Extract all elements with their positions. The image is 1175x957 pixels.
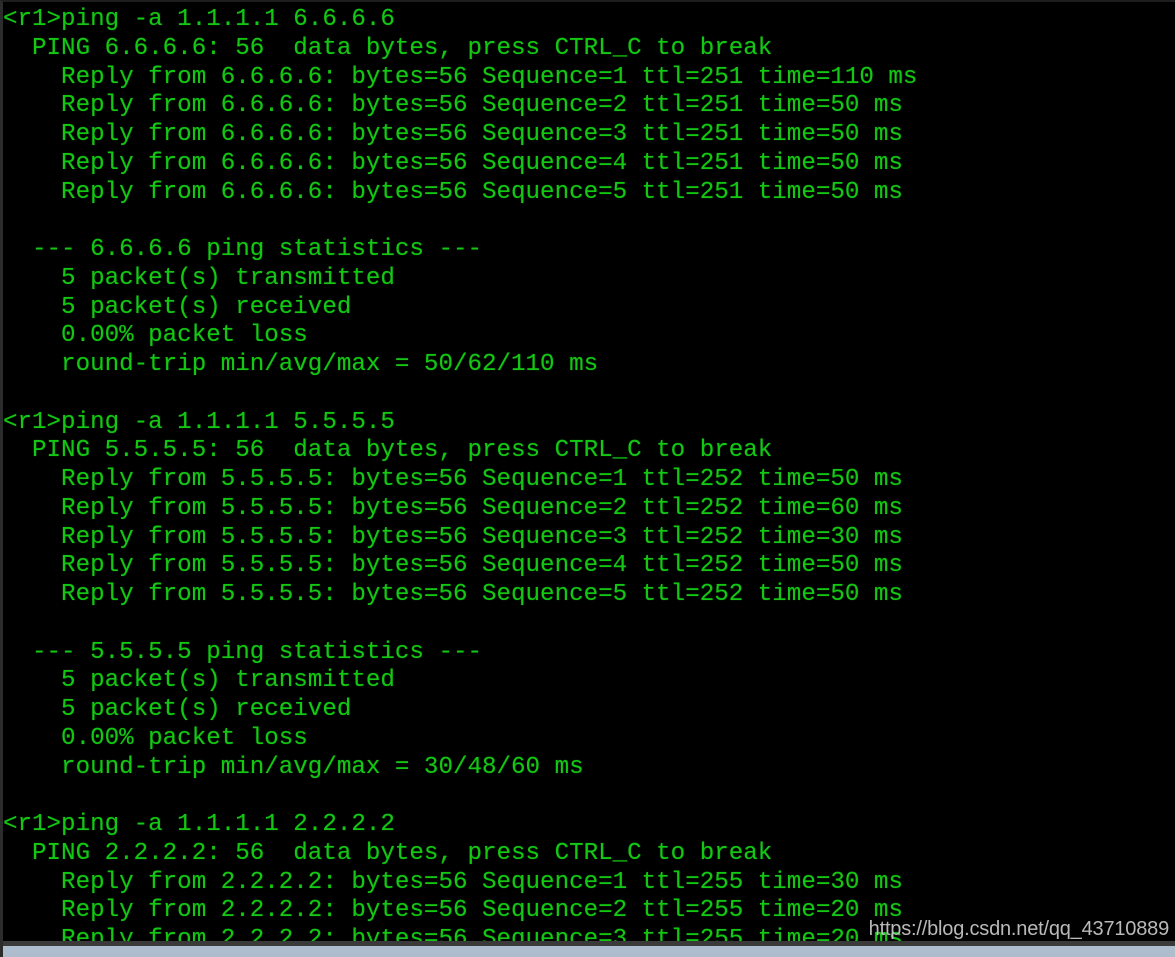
terminal-line: Reply from 5.5.5.5: bytes=56 Sequence=1 … (3, 466, 903, 493)
terminal-line: 0.00% packet loss (3, 322, 308, 350)
terminal-line: Reply from 5.5.5.5: bytes=56 Sequence=5 … (3, 581, 903, 608)
terminal-line: Reply from 2.2.2.2: bytes=56 Sequence=1 … (3, 868, 903, 896)
terminal-output-area[interactable]: <r1>ping -a 1.1.1.1 6.6.6.6 PING 6.6.6.6… (3, 2, 1175, 948)
terminal-line: <r1>ping -a 1.1.1.1 5.5.5.5 (3, 408, 395, 436)
terminal-line: --- 6.6.6.6 ping statistics --- (3, 236, 482, 263)
terminal-line-list: <r1>ping -a 1.1.1.1 6.6.6.6 PING 6.6.6.6… (3, 6, 1175, 948)
terminal-line: Reply from 5.5.5.5: bytes=56 Sequence=3 … (3, 523, 903, 551)
terminal-line: Reply from 6.6.6.6: bytes=56 Sequence=3 … (3, 121, 903, 148)
terminal-line: Reply from 5.5.5.5: bytes=56 Sequence=2 … (3, 494, 903, 522)
terminal-line: Reply from 6.6.6.6: bytes=56 Sequence=1 … (3, 63, 918, 91)
horizontal-scrollbar[interactable] (3, 946, 1175, 957)
terminal-line: Reply from 6.6.6.6: bytes=56 Sequence=2 … (3, 92, 903, 120)
terminal-line: round-trip min/avg/max = 30/48/60 ms (3, 753, 584, 781)
terminal-line: Reply from 6.6.6.6: bytes=56 Sequence=4 … (3, 149, 903, 177)
terminal-window: <r1>ping -a 1.1.1.1 6.6.6.6 PING 6.6.6.6… (0, 0, 1175, 957)
terminal-line: PING 6.6.6.6: 56 data bytes, press CTRL_… (3, 34, 773, 62)
terminal-line: 5 packet(s) received (3, 293, 352, 321)
terminal-line: 5 packet(s) received (3, 696, 352, 723)
terminal-line: 5 packet(s) transmitted (3, 667, 395, 695)
terminal-line: 5 packet(s) transmitted (3, 264, 395, 292)
terminal-line: <r1>ping -a 1.1.1.1 6.6.6.6 (3, 6, 395, 33)
terminal-line: PING 5.5.5.5: 56 data bytes, press CTRL_… (3, 437, 773, 465)
watermark-text: https://blog.csdn.net/qq_43710889 (868, 918, 1170, 940)
terminal-line: <r1>ping -a 1.1.1.1 2.2.2.2 (3, 811, 395, 838)
terminal-line: 0.00% packet loss (3, 724, 308, 752)
terminal-line: PING 2.2.2.2: 56 data bytes, press CTRL_… (3, 839, 773, 867)
terminal-line: round-trip min/avg/max = 50/62/110 ms (3, 351, 599, 378)
terminal-line: --- 5.5.5.5 ping statistics --- (3, 638, 482, 666)
terminal-line: Reply from 5.5.5.5: bytes=56 Sequence=4 … (3, 552, 903, 580)
terminal-line: Reply from 6.6.6.6: bytes=56 Sequence=5 … (3, 178, 903, 206)
